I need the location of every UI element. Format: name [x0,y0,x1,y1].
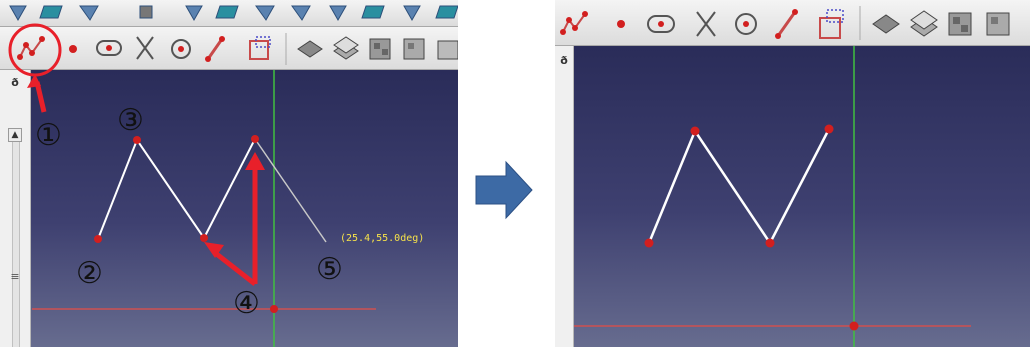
sketch-point [765,238,775,248]
coordinate-readout: (25.4,55.0deg) [340,233,424,244]
step-label-5: ⑤ [316,252,343,287]
sketch-point [824,124,834,134]
origin-point [849,321,859,331]
sketch-point [644,238,654,248]
sketch-point [251,135,259,143]
completed-polyline [647,128,831,246]
origin-point [270,305,278,313]
right-drawing [574,46,971,347]
sketch-point [690,126,700,136]
step-label-4: ④ [233,286,260,321]
step-label-1: ① [35,118,62,153]
sketch-point [200,234,208,242]
sketch-point [94,235,102,243]
left-screenshot: ð ▲ ≡ (25.4,55.0deg) ① ② ③ ④ ⑤ [0,0,458,347]
left-drawing: (25.4,55.0deg) ① ② ③ ④ ⑤ [8,23,424,347]
right-screenshot: ð [555,0,1030,347]
annotation-arrow-shaft [34,81,47,113]
polyline-segments [97,137,256,240]
highlight-circle [8,23,62,77]
annotation-arrow-left [212,250,257,286]
step-label-2: ② [76,256,103,291]
preview-segment [254,138,327,243]
arrow-right-icon [475,160,533,220]
step-label-3: ③ [117,103,144,138]
